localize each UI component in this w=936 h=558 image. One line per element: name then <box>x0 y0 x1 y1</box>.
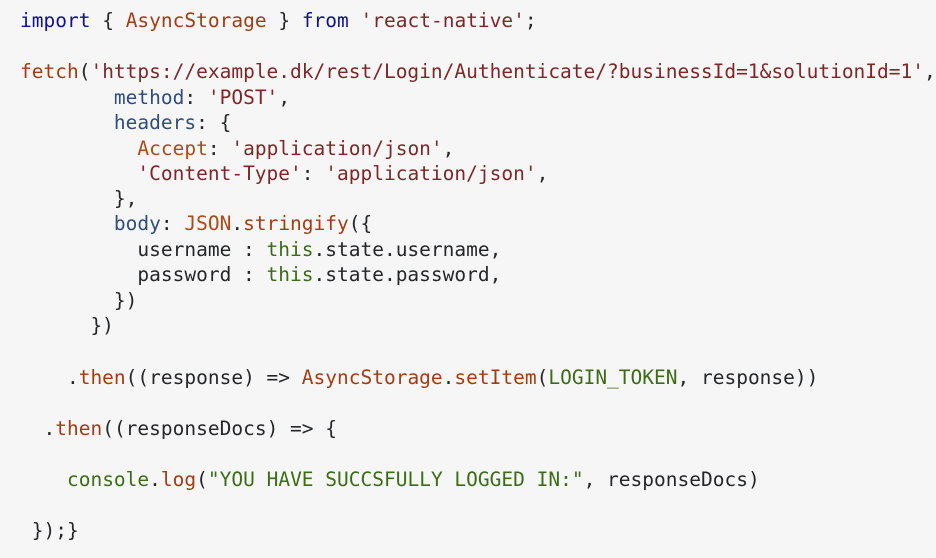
code-token-plain: });} <box>20 519 79 542</box>
code-token-plain: : <box>184 86 208 109</box>
code-token-lit: LOGIN_TOKEN <box>548 366 678 389</box>
code-token-plain: .state.password, <box>313 263 502 286</box>
code-token-plain: }) <box>20 314 114 337</box>
code-token-kw: from <box>301 9 349 32</box>
code-token-lit: this <box>266 263 314 286</box>
code-token-fn: AsyncStorage <box>125 9 267 32</box>
code-token-var: headers <box>113 111 197 134</box>
code-token-plain: }) <box>20 289 138 312</box>
code-token-plain: : { <box>196 111 232 134</box>
code-token-plain: ((response) => <box>125 366 302 389</box>
code-token-str: 'https://example.dk/rest/Login/Authentic… <box>90 60 924 83</box>
code-token-key: JSON <box>184 212 232 235</box>
code-line: }) <box>20 313 114 338</box>
code-token-plain: , <box>924 60 936 83</box>
code-token-fn: fetch <box>20 60 79 83</box>
code-token-strkey: 'Content-Type' <box>137 162 302 185</box>
code-line: import { AsyncStorage } from 'react-nati… <box>20 8 537 33</box>
code-line: method: 'POST', <box>20 85 290 110</box>
code-token-fn: stringify <box>243 212 349 235</box>
code-token-key: Accept <box>137 137 208 160</box>
code-block: import { AsyncStorage } from 'react-nati… <box>0 0 936 558</box>
code-token-plain: , responseDocs) <box>583 468 760 491</box>
code-token-plain: , <box>278 86 291 109</box>
code-line: 'Content-Type': 'application/json', <box>20 161 548 186</box>
code-token-plain: , <box>536 162 549 185</box>
code-token-plain: }, <box>20 187 138 210</box>
code-token-plain: : <box>301 162 326 185</box>
code-token-plain: . <box>20 417 56 440</box>
code-token-plain: . <box>149 468 161 491</box>
code-token-plain: ( <box>536 366 549 389</box>
code-token-plain: , response)) <box>677 366 819 389</box>
code-token-plain: } <box>266 9 302 32</box>
code-line: }, <box>20 186 138 211</box>
code-token-fn: AsyncStorage <box>301 366 443 389</box>
code-token-plain: ({ <box>348 212 373 235</box>
code-token-str: 'POST' <box>207 86 279 109</box>
code-line: });} <box>20 518 79 543</box>
code-token-plain: ((responseDocs) => { <box>102 417 338 440</box>
code-token-plain: : <box>160 212 185 235</box>
code-token-str: 'react-native' <box>360 9 525 32</box>
code-line: fetch('https://example.dk/rest/Login/Aut… <box>20 59 936 84</box>
code-token-plain: { <box>90 9 126 32</box>
code-token-plain: . <box>231 212 244 235</box>
code-token-str: 'application/json' <box>231 137 443 160</box>
code-token-plain: . <box>442 366 455 389</box>
code-line: }) <box>20 288 138 313</box>
code-line: password : this.state.password, <box>20 262 501 287</box>
code-line: Accept: 'application/json', <box>20 136 454 161</box>
code-token-kw: import <box>20 9 91 32</box>
code-token-plain: ; <box>524 9 537 32</box>
code-line: username : this.state.username, <box>20 237 501 262</box>
code-token-fn: setItem <box>454 366 537 389</box>
code-token-plain: : <box>207 137 232 160</box>
code-token-plain: ( <box>78 60 91 83</box>
code-token-plain: ( <box>196 468 208 491</box>
code-line: headers: { <box>20 110 231 135</box>
code-token-plain: , <box>442 137 455 160</box>
code-token-plain: .state.username, <box>313 238 502 261</box>
code-token-plain: username : <box>20 238 267 261</box>
code-token-str: 'application/json' <box>325 162 537 185</box>
code-token-lit: console <box>66 468 150 491</box>
code-line: .then((responseDocs) => { <box>20 416 337 441</box>
code-token-plain: password : <box>20 263 267 286</box>
code-token-var: body <box>113 212 161 235</box>
code-line: .then((response) => AsyncStorage.setItem… <box>20 365 818 390</box>
code-token-fn: log <box>160 468 197 491</box>
code-token-plain: . <box>20 366 79 389</box>
code-token-fn: then <box>78 366 126 389</box>
code-token-fn: then <box>55 417 103 440</box>
code-line: console.log("YOU HAVE SUCCSFULLY LOGGED … <box>20 467 760 492</box>
code-token-var: method <box>113 86 185 109</box>
code-token-lit: "YOU HAVE SUCCSFULLY LOGGED IN:" <box>207 468 584 491</box>
code-token-lit: this <box>266 238 314 261</box>
code-line: body: JSON.stringify({ <box>20 211 372 236</box>
